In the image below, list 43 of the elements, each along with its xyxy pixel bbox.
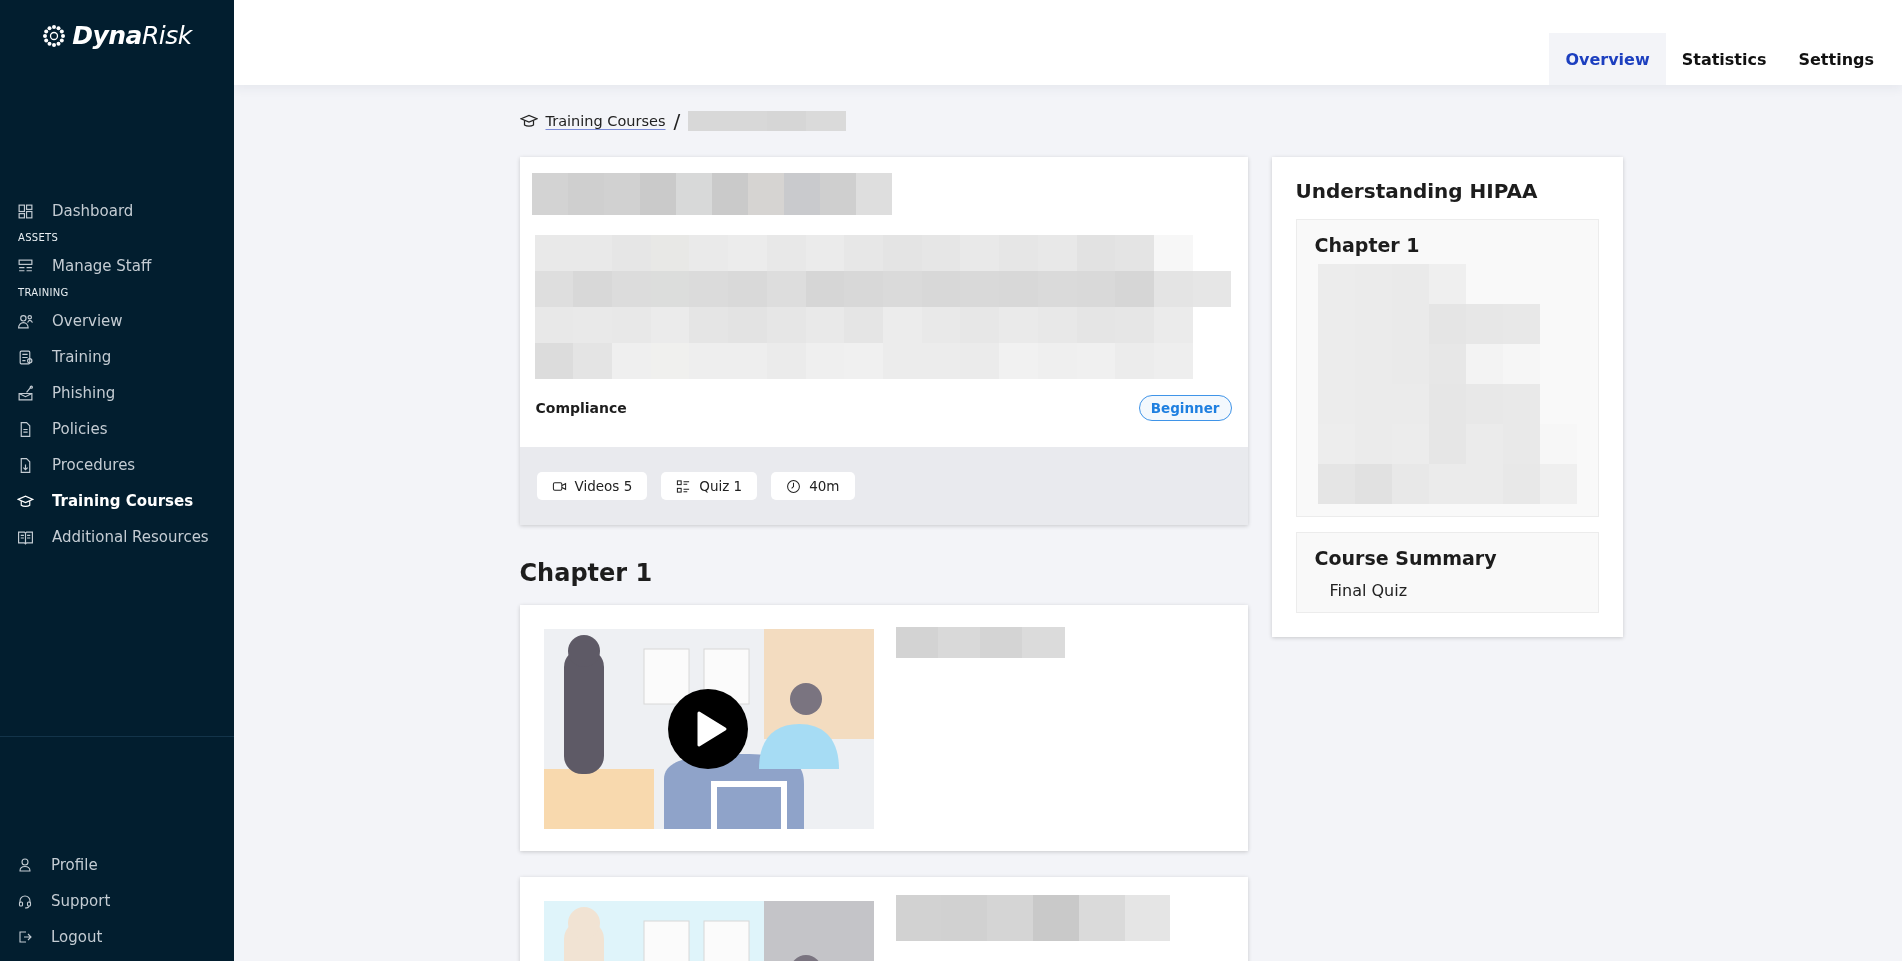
section-title: Chapter 1 (1314, 234, 1421, 256)
nav-section-heading: ASSETS (17, 231, 60, 245)
sidebar-item[interactable]: Profile (0, 847, 234, 883)
chapter-heading: Chapter 1 (519, 559, 654, 587)
logout-icon (17, 929, 33, 945)
sidebar-item[interactable]: Training Courses (0, 483, 234, 519)
sidebar-item[interactable]: Training (0, 339, 234, 375)
sidebar-item[interactable]: Additional Resources (0, 519, 234, 555)
nav-icon (17, 384, 34, 402)
nav-icon (17, 492, 34, 510)
sidebar-item[interactable]: Logout (0, 919, 234, 955)
course-title: Understanding HIPAA (1295, 179, 1539, 203)
level-badge: Beginner (1138, 395, 1232, 421)
headset-icon (17, 893, 33, 909)
logo-icon (42, 23, 67, 48)
category-label: Compliance (535, 400, 627, 416)
stat-label: Videos 5 (574, 478, 633, 494)
person-icon (17, 857, 33, 873)
sidebar-item[interactable]: Procedures (0, 447, 234, 483)
nav-icon (17, 312, 34, 330)
nav-icon (17, 348, 34, 366)
nav-section-heading: TRAINING (17, 286, 70, 300)
sidebar-item[interactable]: Policies (0, 411, 234, 447)
sidebar-item[interactable]: Dashboard (0, 193, 234, 229)
play-icon[interactable] (667, 689, 748, 769)
clock-icon (786, 478, 802, 494)
sidebar-item[interactable]: Phishing (0, 375, 234, 411)
graduation-cap-icon (519, 112, 538, 130)
sidebar-item[interactable]: Support (0, 883, 234, 919)
breadcrumb-separator: / (673, 109, 681, 133)
logo-text: DynaRisk (72, 21, 192, 50)
sidebar-item[interactable]: Overview (0, 303, 234, 339)
section-title: Course Summary (1314, 547, 1498, 569)
tab[interactable]: Settings (1782, 33, 1890, 85)
tab[interactable]: Statistics (1665, 33, 1783, 85)
nav-icon (17, 202, 34, 220)
outline-item[interactable]: Final Quiz (1314, 577, 1580, 600)
breadcrumb-link[interactable]: Training Courses (545, 113, 666, 129)
stat-label: Quiz 1 (699, 478, 743, 494)
checklist-icon (676, 478, 692, 494)
stat-label: 40m (809, 478, 840, 494)
tab[interactable]: Overview (1549, 33, 1666, 85)
sidebar-item[interactable]: Manage Staff (0, 248, 234, 284)
